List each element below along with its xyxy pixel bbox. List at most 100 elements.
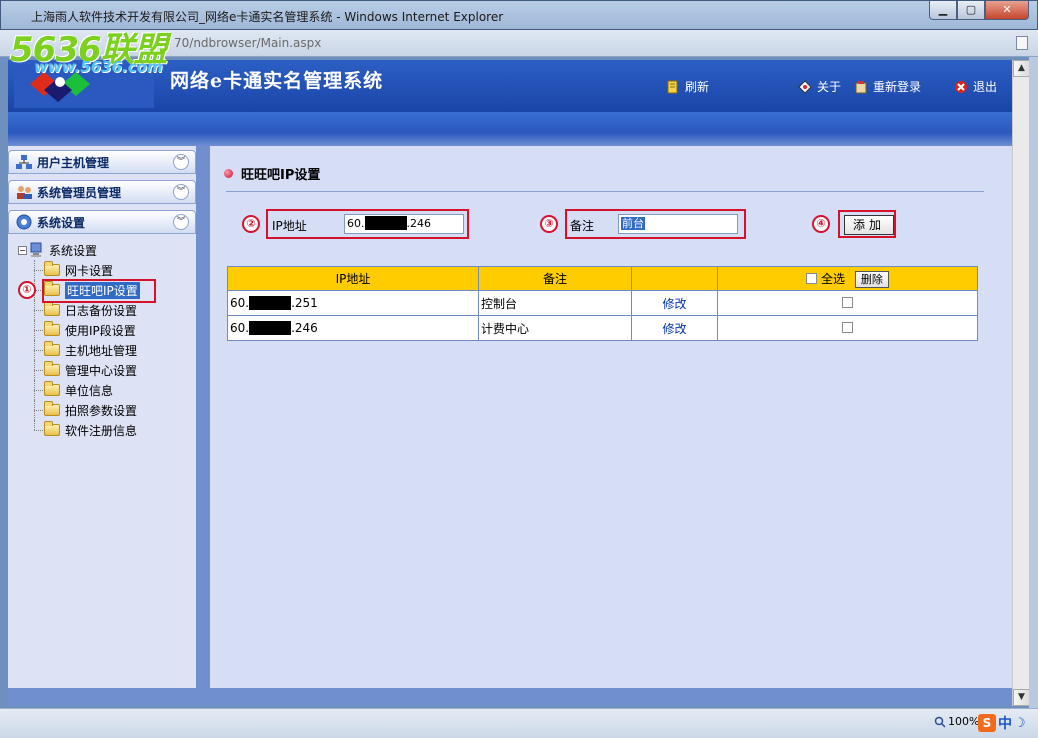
folder-icon xyxy=(44,361,60,376)
tree-item-center-settings[interactable]: 管理中心设置 xyxy=(18,360,140,380)
tree-item-nic-settings[interactable]: 网卡设置 xyxy=(18,260,140,280)
tree-item-photo-params[interactable]: 拍照参数设置 xyxy=(18,400,140,420)
sogou-ime-icon[interactable]: S xyxy=(978,714,996,732)
ip-suffix: .246 xyxy=(291,321,318,335)
zoom-magnifier-icon xyxy=(934,716,946,728)
host-tree-icon xyxy=(16,155,32,169)
logout-label: 退出 xyxy=(973,80,998,94)
chevron-down-icon[interactable]: ︾ xyxy=(173,154,189,170)
scroll-down-arrow-icon[interactable]: ▼ xyxy=(1013,689,1030,706)
app-title: 网络e卡通实名管理系统 xyxy=(170,70,384,92)
sidebar: 用户主机管理 ︾ 系统管理员管理 ︾ 系统设置 ︾ − 系统设置 网卡设置 旺旺… xyxy=(8,146,196,688)
relogin-icon xyxy=(855,80,867,93)
ip-prefix: 60. xyxy=(230,321,250,335)
row-checkbox[interactable] xyxy=(842,297,853,308)
settings-globe-icon xyxy=(16,214,32,230)
cell-action: 修改 xyxy=(631,315,718,341)
tree-item-label: 单位信息 xyxy=(65,383,114,398)
tree-item-ip-range[interactable]: 使用IP段设置 xyxy=(18,320,140,340)
about-label: 关于 xyxy=(817,80,842,94)
folder-icon xyxy=(44,321,60,336)
folder-icon xyxy=(44,261,60,276)
col-header-action xyxy=(631,266,718,291)
vertical-scrollbar[interactable]: ▲ ▼ xyxy=(1012,60,1030,706)
row-checkbox[interactable] xyxy=(842,322,853,333)
edit-link[interactable]: 修改 xyxy=(662,322,686,336)
admin-users-icon xyxy=(17,186,32,199)
col-header-note: 备注 xyxy=(478,266,632,291)
sidebar-section-admin[interactable]: 系统管理员管理 ︾ xyxy=(8,180,196,204)
bullet-icon xyxy=(224,169,233,178)
sidebar-section-label: 用户主机管理 xyxy=(37,155,110,170)
tree-item-label: 拍照参数设置 xyxy=(65,403,138,418)
tree-item-label: 软件注册信息 xyxy=(65,423,138,438)
tree-item-label: 日志备份设置 xyxy=(65,303,138,318)
tree-item-log-backup[interactable]: 日志备份设置 xyxy=(18,300,140,320)
ime-language[interactable]: 中 xyxy=(998,713,1012,733)
tree-item-label: 主机地址管理 xyxy=(65,343,138,358)
chevron-down-icon[interactable]: ︾ xyxy=(173,214,189,230)
annotation-marker-4: ④ xyxy=(812,215,830,233)
chevron-down-icon[interactable]: ︾ xyxy=(173,184,189,200)
section-divider xyxy=(226,191,984,192)
tree-item-label: 管理中心设置 xyxy=(65,363,138,378)
maximize-button[interactable]: ▢ xyxy=(957,1,985,20)
cell-select xyxy=(717,315,978,341)
window-frame-right xyxy=(1029,57,1038,708)
sidebar-section-label: 系统管理员管理 xyxy=(37,185,122,200)
edit-link[interactable]: 修改 xyxy=(662,297,686,311)
sidebar-divider[interactable] xyxy=(196,146,210,688)
select-all-checkbox[interactable] xyxy=(806,272,818,284)
logout-link[interactable]: 退出 xyxy=(954,78,997,95)
close-button[interactable]: ✕ xyxy=(985,1,1029,20)
folder-icon xyxy=(44,381,60,396)
ime-indicator[interactable]: S 中 ☽ xyxy=(978,713,1026,733)
refresh-icon xyxy=(667,80,678,93)
address-url[interactable]: 70/ndbrowser/Main.aspx xyxy=(174,36,321,50)
cell-ip: 60. .246 xyxy=(227,315,479,341)
sidebar-section-label: 系统设置 xyxy=(37,215,86,230)
annotation-box-2 xyxy=(266,209,469,239)
redaction-block xyxy=(249,321,292,335)
table-header-row: IP地址 备注 全选 删除 xyxy=(227,266,978,291)
delete-button[interactable]: 删除 xyxy=(854,270,889,288)
table-row: 60. .251 控制台 修改 xyxy=(227,290,978,316)
sidebar-section-system-settings[interactable]: 系统设置 ︾ xyxy=(8,210,196,234)
zoom-level: 100% xyxy=(948,715,980,728)
minimize-button[interactable]: ▁ xyxy=(929,1,957,20)
footer-band xyxy=(8,688,1012,706)
redaction-block xyxy=(249,296,292,310)
zoom-control[interactable]: 100% xyxy=(934,715,979,728)
tree-item-registration[interactable]: 软件注册信息 xyxy=(18,420,140,440)
folder-icon xyxy=(44,401,60,416)
scroll-up-arrow-icon[interactable]: ▲ xyxy=(1013,60,1030,77)
watermark-url: www.5636.com xyxy=(34,58,163,76)
cell-note: 控制台 xyxy=(478,290,632,316)
select-all-label: 全选 xyxy=(820,271,845,286)
sidebar-section-user-host[interactable]: 用户主机管理 ︾ xyxy=(8,150,196,174)
half-width-icon[interactable]: ☽ xyxy=(1014,716,1026,731)
cell-ip: 60. .251 xyxy=(227,290,479,316)
tree-item-unit-info[interactable]: 单位信息 xyxy=(18,380,140,400)
folder-icon xyxy=(44,341,60,356)
relogin-label: 重新登录 xyxy=(873,80,922,94)
tree-item-host-address[interactable]: 主机地址管理 xyxy=(18,340,140,360)
table-row: 60. .246 计费中心 修改 xyxy=(227,315,978,341)
collapse-icon[interactable]: − xyxy=(18,245,27,255)
status-bar: 100% S 中 ☽ xyxy=(0,708,1038,738)
annotation-marker-2: ② xyxy=(242,215,260,233)
annotation-marker-1: ① xyxy=(18,281,36,299)
tree-root[interactable]: − 系统设置 xyxy=(18,240,140,260)
about-link[interactable]: 关于 xyxy=(798,78,841,95)
header-band xyxy=(8,112,1012,146)
cell-action: 修改 xyxy=(631,290,718,316)
cell-note: 计费中心 xyxy=(478,315,632,341)
refresh-link[interactable]: 刷新 xyxy=(666,78,709,95)
page-icon[interactable] xyxy=(1016,36,1028,50)
folder-icon xyxy=(44,301,60,316)
ip-suffix: .251 xyxy=(291,296,318,310)
tree-item-label: 使用IP段设置 xyxy=(65,323,136,338)
relogin-link[interactable]: 重新登录 xyxy=(854,78,921,95)
settings-tree: − 系统设置 网卡设置 旺旺吧IP设置 日志备份设置 使用IP段设置 主机地址管… xyxy=(18,240,140,440)
tree-item-label: 网卡设置 xyxy=(65,263,114,278)
